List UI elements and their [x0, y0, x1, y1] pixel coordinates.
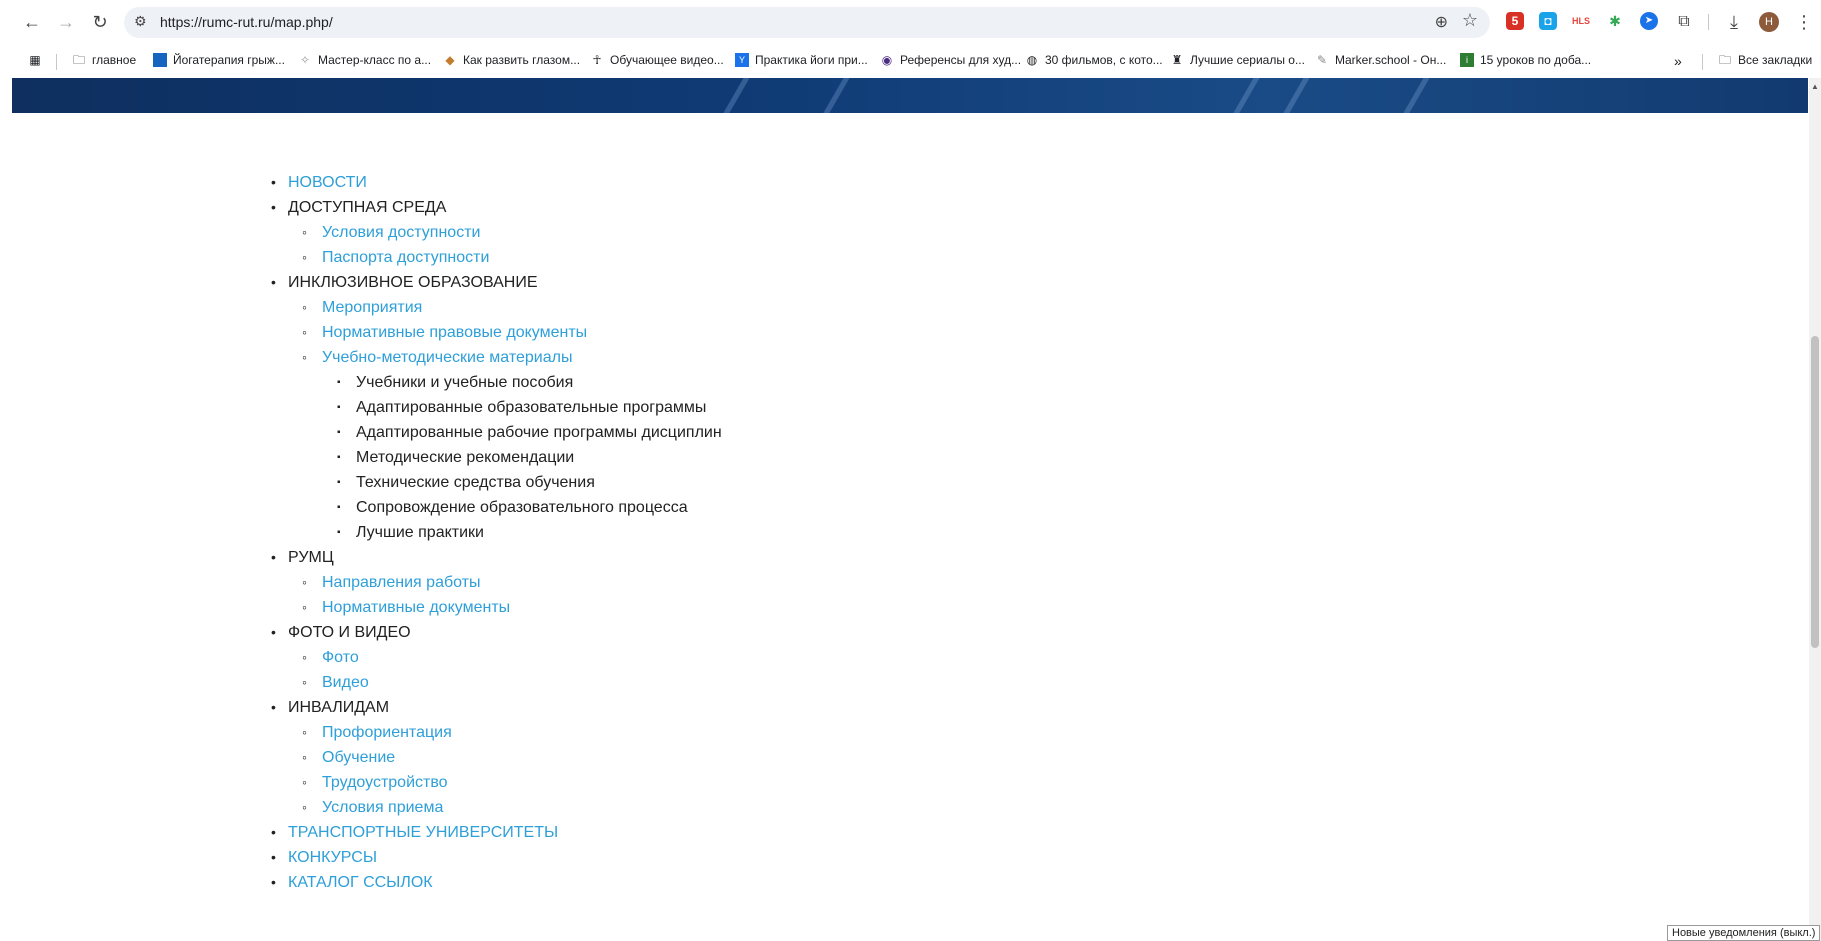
toolbar-divider [1708, 14, 1709, 30]
bookmark-favicon-icon: ♜ [1171, 53, 1183, 67]
bookmark-favicon-icon [153, 53, 167, 67]
back-arrow-icon[interactable]: ← [20, 10, 44, 34]
contests-link[interactable]: КОНКУРСЫ [288, 849, 377, 866]
work-directions-link[interactable]: Направления работы [322, 574, 481, 591]
section-title: ДОСТУПНАЯ СРЕДА [288, 199, 447, 216]
bookmark-favicon-icon: ◍ [1026, 53, 1038, 67]
scrollbar-thumb[interactable] [1811, 336, 1819, 648]
teaching-materials-link[interactable]: Учебно-методические материалы [322, 349, 572, 366]
section-title: ИНКЛЮЗИВНОЕ ОБРАЗОВАНИЕ [288, 274, 538, 291]
section-title: ИНВАЛИДАМ [288, 699, 390, 716]
sitemap-subitem: Адаптированные рабочие программы дисципл… [356, 424, 722, 441]
profile-avatar[interactable]: Н [1759, 12, 1779, 32]
bookmark-favicon-icon: ✧ [299, 53, 311, 67]
bookmark-item[interactable]: ✧ Мастер-класс по а... [298, 53, 431, 67]
accessibility-conditions-link[interactable]: Условия доступности [322, 224, 480, 241]
site-settings-icon[interactable]: ⚙ [134, 13, 147, 30]
site-map: НОВОСТИ ДОСТУПНАЯ СРЕДА Условия доступно… [268, 170, 722, 895]
bookmark-favicon-icon: ✎ [1316, 53, 1328, 67]
folder-icon: 🗀 [1718, 53, 1731, 67]
bookmarks-overflow-button[interactable]: » [1674, 53, 1682, 69]
bookmarks-divider [1702, 54, 1703, 70]
admission-conditions-link[interactable]: Условия приема [322, 799, 443, 816]
sitemap-item: ТРАНСПОРТНЫЕ УНИВЕРСИТЕТЫ [268, 820, 722, 845]
reload-icon[interactable]: ↻ [88, 10, 112, 34]
bookmarks-bar: ▦ 🗀 главное Йогатерапия грыж... ✧ Мастер-к… [0, 44, 1821, 78]
bookmark-favicon-icon: ◆ [445, 53, 455, 67]
video-link[interactable]: Видео [322, 674, 369, 691]
events-link[interactable]: Мероприятия [322, 299, 422, 316]
banner-decoration [1394, 78, 1436, 113]
extensions-puzzle-icon[interactable]: ⧉ [1672, 10, 1696, 34]
sitemap-item: НОВОСТИ [268, 170, 722, 195]
bookmark-item[interactable]: ✎ Marker.school - Он... [1315, 53, 1446, 67]
bookmark-star-icon[interactable]: ☆ [1462, 10, 1478, 31]
bookmark-item[interactable]: ♜ Лучшие сериалы о... [1170, 53, 1305, 67]
sitemap-subitem: Адаптированные образовательные программы [356, 399, 707, 416]
sitemap-subitem: Учебники и учебные пособия [356, 374, 574, 391]
downloads-icon[interactable]: ⤓ [1722, 10, 1746, 34]
menu-kebab-icon[interactable]: ⋮ [1792, 10, 1816, 34]
news-link[interactable]: НОВОСТИ [288, 174, 367, 191]
section-title: ФОТО И ВИДЕО [288, 624, 411, 641]
page-scrollbar[interactable]: ▲ [1809, 78, 1821, 941]
scroll-up-arrow-icon[interactable]: ▲ [1811, 82, 1819, 91]
sitemap-section: ДОСТУПНАЯ СРЕДА Условия доступности Пасп… [268, 195, 722, 270]
sitemap-subitem: Лучшие практики [356, 524, 484, 541]
all-bookmarks-button[interactable]: 🗀 Все закладки [1718, 53, 1812, 67]
section-title: РУМЦ [288, 549, 334, 566]
folder-icon: 🗀 [72, 53, 85, 67]
sitemap-item: КАТАЛОГ ССЫЛОК [268, 870, 722, 895]
links-catalog-link[interactable]: КАТАЛОГ ССЫЛОК [288, 874, 433, 891]
extension-badge-icon[interactable]: 5 [1506, 12, 1524, 30]
banner-decoration [1224, 78, 1266, 113]
extension-hls-icon[interactable]: HLS [1572, 12, 1590, 30]
extension-square-icon[interactable]: ◘ [1539, 12, 1557, 30]
transport-universities-link[interactable]: ТРАНСПОРТНЫЕ УНИВЕРСИТЕТЫ [288, 824, 558, 841]
legal-documents-link[interactable]: Нормативные правовые документы [322, 324, 587, 341]
address-bar[interactable]: ⚙ https://rumc-rut.ru/map.php/ ⊕ ☆ [124, 7, 1490, 38]
extension-telegram-icon[interactable]: ➤ [1640, 12, 1658, 30]
sitemap-item: КОНКУРСЫ [268, 845, 722, 870]
bookmark-item[interactable]: Йогатерапия грыж... [153, 53, 285, 67]
sitemap-subitem: Сопровождение образовательного процесса [356, 499, 688, 516]
zoom-icon[interactable]: ⊕ [1435, 12, 1448, 32]
url-text[interactable]: https://rumc-rut.ru/map.php/ [160, 14, 333, 30]
sitemap-section: РУМЦ Направления работы Нормативные доку… [268, 545, 722, 620]
site-header-banner [12, 78, 1808, 113]
employment-link[interactable]: Трудоустройство [322, 774, 448, 791]
bookmark-item[interactable]: Y Практика йоги при... [735, 53, 868, 67]
notification-toast[interactable]: Новые уведомления (выкл.) [1667, 925, 1821, 941]
bookmarks-divider [56, 54, 57, 70]
sitemap-section: ФОТО И ВИДЕО Фото Видео [268, 620, 722, 695]
bookmark-favicon-icon: Y [735, 53, 749, 67]
bookmark-item[interactable]: i 15 уроков по доба... [1460, 53, 1591, 67]
education-link[interactable]: Обучение [322, 749, 395, 766]
bookmark-item[interactable]: ☥ Обучающее видео... [590, 53, 724, 67]
banner-decoration [814, 78, 856, 113]
banner-decoration [1274, 78, 1316, 113]
sitemap-subitem: Методические рекомендации [356, 449, 575, 466]
sitemap-section: ИНКЛЮЗИВНОЕ ОБРАЗОВАНИЕ Мероприятия Норм… [268, 270, 722, 545]
apps-grid-icon[interactable]: ▦ [28, 53, 42, 67]
career-guidance-link[interactable]: Профориентация [322, 724, 452, 741]
bookmark-item[interactable]: ◆ Как развить глазом... [443, 53, 580, 67]
extension-flower-icon[interactable]: ✱ [1606, 12, 1624, 30]
bookmark-item[interactable]: 🗀 главное [72, 53, 136, 67]
bookmark-favicon-icon: ☥ [592, 53, 602, 67]
bookmark-favicon-icon: i [1460, 53, 1474, 67]
banner-decoration [714, 78, 756, 113]
regulatory-documents-link[interactable]: Нормативные документы [322, 599, 510, 616]
bookmark-item[interactable]: ◉ Референсы для худ... [880, 53, 1021, 67]
browser-toolbar: ← → ↻ ⚙ https://rumc-rut.ru/map.php/ ⊕ ☆… [0, 0, 1821, 44]
forward-arrow-icon[interactable]: → [54, 10, 78, 34]
sitemap-subitem: Технические средства обучения [356, 474, 595, 491]
bookmark-item[interactable]: ◍ 30 фильмов, с кото... [1025, 53, 1163, 67]
bookmark-favicon-icon: ◉ [881, 53, 893, 67]
photo-link[interactable]: Фото [322, 649, 359, 666]
accessibility-passports-link[interactable]: Паспорта доступности [322, 249, 489, 266]
sitemap-section: ИНВАЛИДАМ Профориентация Обучение Трудоу… [268, 695, 722, 820]
